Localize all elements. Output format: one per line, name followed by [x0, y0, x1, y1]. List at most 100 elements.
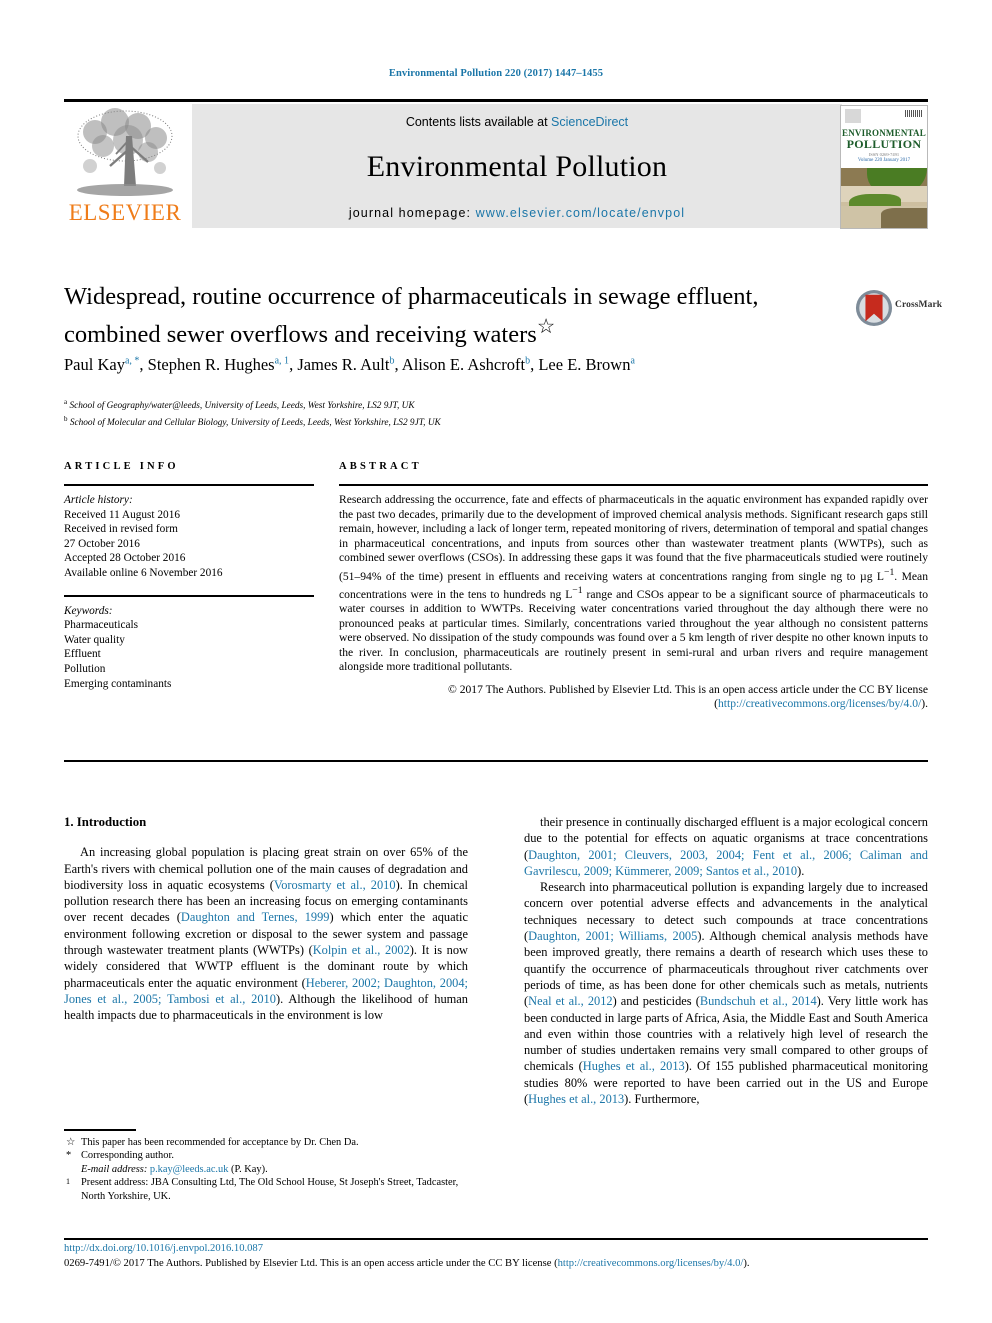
running-head: Environmental Pollution 220 (2017) 1447–…: [388, 68, 604, 79]
affiliation-item: a School of Geography/water@leeds, Unive…: [64, 396, 764, 413]
citation-link[interactable]: Daughton and Ternes, 1999: [181, 910, 330, 924]
abstract-block: ABSTRACT Research addressing the occurre…: [339, 461, 928, 712]
abstract-text: Research addressing the occurrence, fate…: [339, 493, 928, 675]
issn-copyright-text: 0269-7491/© 2017 The Authors. Published …: [64, 1258, 558, 1269]
article-history-item: Accepted 28 October 2016: [64, 552, 186, 565]
journal-article-page: Environmental Pollution 220 (2017) 1447–…: [0, 0, 992, 1323]
author-name: Stephen R. Hughes: [147, 355, 275, 374]
keyword-item: Emerging contaminants: [64, 677, 172, 690]
author-affil-marker[interactable]: b: [389, 356, 394, 367]
email-address-label: E-mail address:: [81, 1163, 148, 1175]
cover-issn: ISSN 0269-7491: [868, 152, 900, 157]
author-affil-marker[interactable]: a, *: [125, 356, 139, 367]
footnote-text: This paper has been recommended for acce…: [81, 1137, 359, 1148]
footnote-item: 1 Present address: JBA Consulting Ltd, Th…: [64, 1176, 468, 1203]
author-affil-marker[interactable]: b: [525, 356, 530, 367]
affiliation-list: a School of Geography/water@leeds, Unive…: [64, 396, 764, 429]
footnote-rule: [64, 1129, 136, 1131]
elsevier-tree-icon: [77, 108, 173, 196]
article-history-item: 27 October 2016: [64, 537, 140, 550]
citation-link[interactable]: Hughes et al., 2013: [583, 1059, 685, 1073]
footnote-item: * Corresponding author.: [64, 1149, 468, 1162]
author-name: James R. Ault: [297, 355, 390, 374]
abstract-bottom-rule: [64, 760, 928, 762]
article-history-block: Article history: Received 11 August 2016…: [64, 493, 314, 581]
article-history-label: Article history:: [64, 494, 133, 506]
cover-volume: Volume 220 January 2017: [857, 158, 911, 163]
citation-link[interactable]: Daughton, 2001; Williams, 2005: [528, 929, 697, 943]
affiliation-marker: b: [64, 414, 68, 423]
journal-title: Environmental Pollution: [366, 150, 668, 183]
issn-copyright-end: ).: [743, 1258, 750, 1269]
article-title-text: Widespread, routine occurrence of pharma…: [64, 283, 759, 349]
footnote-email-item: E-mail address: p.kay@leeds.ac.uk (P. Ka…: [64, 1163, 468, 1176]
contents-available-line: Contents lists available at ScienceDirec…: [192, 115, 842, 129]
body-column-left: 1. Introduction An increasing global pop…: [64, 814, 468, 1024]
citation-link[interactable]: Vorosmarty et al., 2010: [274, 878, 396, 892]
article-info-rule: [64, 484, 314, 486]
journal-homepage-link[interactable]: www.elsevier.com/locate/envpol: [476, 206, 685, 220]
author-name: Lee E. Brown: [538, 355, 631, 374]
crossmark-label: CrossMark: [895, 300, 943, 310]
author-list: Paul Kaya, *, Stephen R. Hughesa, 1, Jam…: [64, 355, 635, 374]
article-history-item: Received 11 August 2016: [64, 508, 180, 521]
author-name: Paul Kay: [64, 355, 125, 374]
intro-paragraph-right-1: their presence in continually discharged…: [524, 814, 928, 879]
abstract-copyright-line: © 2017 The Authors. Published by Elsevie…: [339, 683, 928, 712]
corresponding-author-email-link[interactable]: p.kay@leeds.ac.uk: [150, 1164, 229, 1175]
article-history-item: Available online 6 November 2016: [64, 566, 223, 579]
footnote-text: Present address: JBA Consulting Ltd, The…: [81, 1177, 459, 1202]
citation-link[interactable]: Neal et al., 2012: [528, 994, 612, 1008]
keyword-item: Water quality: [64, 633, 125, 646]
abstract-superscript: −1: [884, 566, 895, 578]
journal-cover-thumbnail: ENVIRONMENTAL POLLUTION ISSN 0269-7491 V…: [840, 105, 928, 229]
footnote-item: ☆ This paper has been recommended for acc…: [64, 1136, 468, 1149]
text-run: ). Furthermore,: [624, 1092, 700, 1107]
footer-license-link[interactable]: http://creativecommons.org/licenses/by/4…: [558, 1258, 744, 1269]
keywords-rule: [64, 594, 314, 597]
section-heading-introduction: 1. Introduction: [64, 815, 147, 829]
article-info-block: ARTICLE INFO Article history: Received 1…: [64, 461, 314, 691]
sciencedirect-link[interactable]: ScienceDirect: [551, 115, 628, 129]
citation-link[interactable]: Kolpin et al., 2002: [313, 943, 410, 957]
keyword-item: Pollution: [64, 662, 106, 675]
footnote-marker: *: [66, 1150, 72, 1162]
masthead-top-rule: [64, 99, 928, 102]
keywords-label: Keywords:: [64, 604, 113, 617]
footnote-email-suffix: (P. Kay).: [228, 1163, 268, 1175]
contents-prefix: Contents lists available at: [405, 115, 552, 129]
cover-photograph: [841, 168, 927, 228]
footer-rule: [64, 1238, 928, 1240]
affiliation-text: School of Geography/water@leeds, Univers…: [69, 401, 415, 412]
abstract-copyright-text: © 2017 The Authors. Published by Elsevie…: [448, 682, 928, 696]
cc-license-link[interactable]: http://creativecommons.org/licenses/by/4…: [718, 697, 921, 710]
article-title: Widespread, routine occurrence of pharma…: [64, 281, 764, 350]
citation-link[interactable]: Bundschuh et al., 2014: [700, 994, 817, 1008]
citation-link[interactable]: Daughton, 2001; Cleuvers, 2003, 2004; Fe…: [524, 848, 928, 878]
abstract-rule: [339, 484, 928, 486]
masthead-center-panel: Contents lists available at ScienceDirec…: [192, 104, 842, 228]
elsevier-logo: ELSEVIER: [64, 104, 186, 228]
affiliation-marker: a: [64, 398, 68, 406]
author-affil-marker[interactable]: a: [630, 356, 634, 367]
abstract-superscript: −1: [572, 584, 583, 596]
keyword-item: Effluent: [64, 648, 101, 661]
crossmark-badge[interactable]: CrossMark: [855, 287, 942, 333]
text-run: ) and pesticides (: [612, 994, 700, 1009]
affiliation-text: School of Molecular and Cellular Biology…: [69, 417, 441, 428]
homepage-prefix: journal homepage:: [348, 206, 476, 220]
crossmark-icon: [855, 289, 893, 327]
citation-link[interactable]: Hughes et al., 2013: [528, 1092, 624, 1106]
elsevier-wordmark: ELSEVIER: [68, 200, 182, 225]
author-affil-marker[interactable]: a, 1: [275, 356, 289, 367]
abstract-part-1: Research addressing the occurrence, fate…: [339, 493, 928, 583]
abstract-heading: ABSTRACT: [339, 461, 422, 472]
article-history-item: Received in revised form: [64, 523, 178, 536]
footnote-marker: 1: [66, 1177, 70, 1187]
doi-link[interactable]: http://dx.doi.org/10.1016/j.envpol.2016.…: [64, 1243, 263, 1254]
affiliation-item: b School of Molecular and Cellular Biolo…: [64, 413, 764, 430]
intro-paragraph-right-2: Research into pharmaceutical pollution i…: [524, 879, 928, 1107]
author-name: Alison E. Ashcroft: [401, 355, 526, 374]
footer-copyright: 0269-7491/© 2017 The Authors. Published …: [64, 1258, 928, 1269]
cover-elsevier-mini-logo-icon: [845, 109, 861, 123]
